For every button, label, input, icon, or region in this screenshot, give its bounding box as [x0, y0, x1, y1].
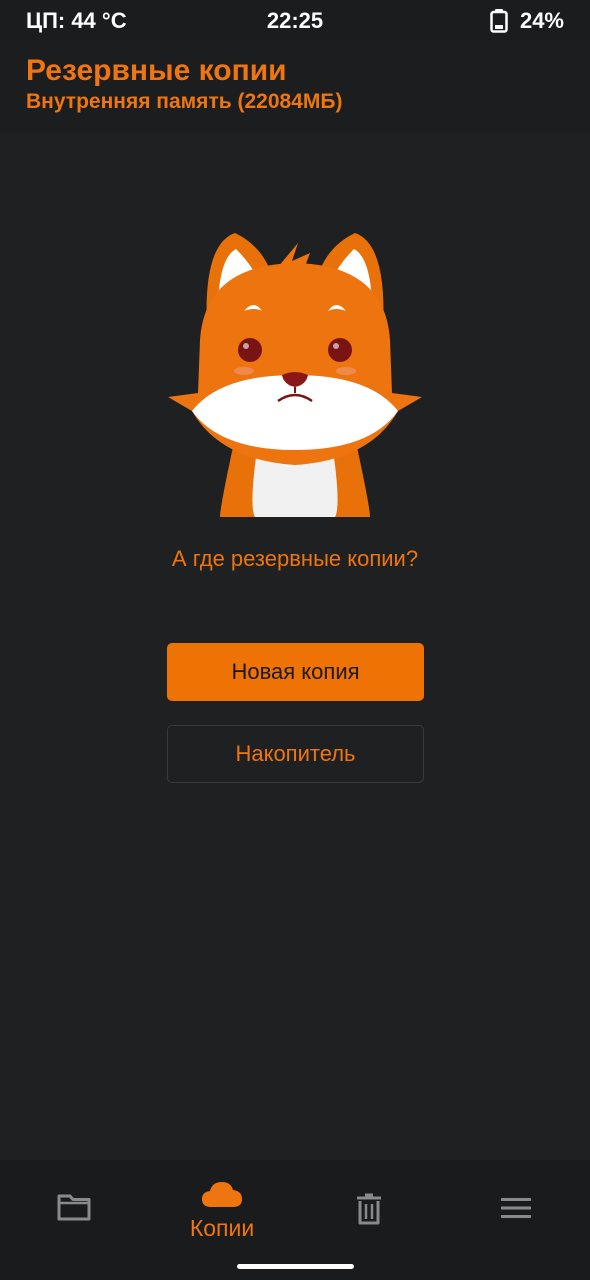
nav-item-files[interactable]: [14, 1160, 134, 1260]
bottom-navigation: Копии: [0, 1160, 590, 1280]
battery-status: 24%: [490, 8, 564, 34]
nav-label-backups: Копии: [189, 1215, 255, 1241]
home-indicator[interactable]: [237, 1264, 354, 1269]
sad-fox-illustration: [160, 225, 430, 525]
page-title: Резервные копии: [26, 54, 287, 87]
status-bar: ЦП: 44 °C 22:25 24%: [0, 0, 590, 40]
storage-button[interactable]: Накопитель: [167, 725, 424, 783]
empty-state-message: А где резервные копии?: [171, 546, 419, 571]
folder-icon: [57, 1194, 91, 1221]
nav-item-backups[interactable]: Копии: [162, 1160, 282, 1260]
menu-icon: [501, 1198, 531, 1218]
cloud-icon: [202, 1182, 242, 1207]
battery-percent: 24%: [519, 8, 564, 33]
battery-icon: [490, 9, 508, 33]
new-backup-button[interactable]: Новая копия: [167, 643, 424, 701]
nav-item-menu[interactable]: [456, 1160, 576, 1260]
app-bar: Резервные копии Внутренняя память (22084…: [0, 40, 590, 132]
trash-icon: [357, 1193, 381, 1225]
nav-item-trash[interactable]: [309, 1160, 429, 1260]
storage-subtitle: Внутренняя память (22084МБ): [26, 90, 343, 113]
